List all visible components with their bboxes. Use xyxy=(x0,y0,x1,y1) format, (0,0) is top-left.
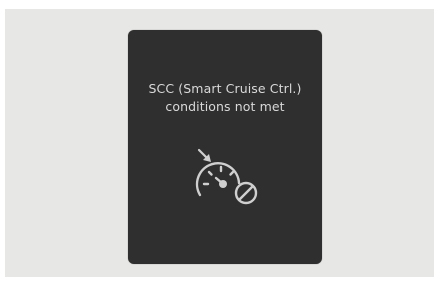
warning-message: SCC (Smart Cruise Ctrl.) conditions not … xyxy=(128,80,322,116)
speedometer-icon xyxy=(195,162,241,197)
speedometer-needle-hub xyxy=(219,180,227,188)
prohibited-icon xyxy=(234,181,258,205)
arrow-icon xyxy=(197,148,211,162)
warning-message-line-1: SCC (Smart Cruise Ctrl.) xyxy=(148,81,302,96)
smart-cruise-control-unavailable-icon xyxy=(190,146,264,210)
cluster-display-panel: SCC (Smart Cruise Ctrl.) conditions not … xyxy=(128,30,322,264)
warning-message-line-2: conditions not met xyxy=(165,99,285,114)
